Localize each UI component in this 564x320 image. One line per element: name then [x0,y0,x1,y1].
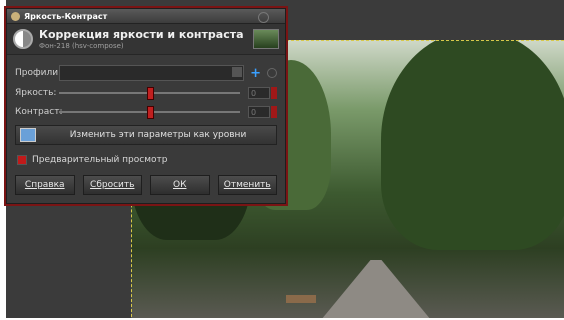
ok-button[interactable]: ОК [150,175,210,195]
cancel-button[interactable]: Отменить [217,175,277,195]
preview-checkbox[interactable] [17,155,27,165]
help-label: Справка [24,180,65,190]
brightness-input[interactable]: 0 [248,87,270,99]
cancel-label: Отменить [223,180,271,190]
brightness-slider[interactable] [59,87,240,100]
contrast-slider[interactable] [59,106,240,119]
edit-as-levels-button[interactable]: Изменить эти параметры как уровни [15,125,277,145]
preview-label: Предварительный просмотр [32,155,168,165]
brightness-row: Яркость: 0 [15,87,277,100]
app-icon [11,11,20,21]
add-icon[interactable]: + [250,66,261,81]
dialog-header: Коррекция яркости и контраста Фон-218 (h… [7,24,285,55]
ok-label: ОК [173,180,187,190]
contrast-spin-buttons[interactable] [271,106,277,118]
brightness-slider-handle[interactable] [146,87,154,100]
titlebar[interactable]: Яркость-Контраст [7,9,285,24]
preview-thumbnail [253,29,279,49]
reset-label: Сбросить [90,180,135,190]
help-button[interactable]: Справка [15,175,75,195]
brightness-label: Яркость: [15,88,57,98]
dialog-title: Коррекция яркости и контраста [39,28,244,41]
levels-icon [20,128,36,142]
edit-as-levels-label: Изменить эти параметры как уровни [69,130,247,140]
contrast-row: Контраст: 0 [15,106,277,119]
brightness-contrast-dialog: Яркость-Контраст Коррекция яркости и кон… [6,8,286,204]
presets-row: Профили: + [15,65,277,81]
remove-icon[interactable] [267,68,277,78]
presets-label: Профили: [15,68,62,78]
close-icon[interactable] [258,12,269,23]
chevron-down-icon[interactable] [232,67,243,77]
presets-combo[interactable] [59,65,245,81]
contrast-slider-handle[interactable] [146,106,154,119]
dialog-subtitle: Фон-218 (hsv-compose) [39,42,124,50]
preview-row[interactable]: Предварительный просмотр [17,155,167,165]
window-title: Яркость-Контраст [24,11,108,21]
contrast-input[interactable]: 0 [248,106,270,118]
brightness-spin-buttons[interactable] [271,87,277,99]
button-row: Справка Сбросить ОК Отменить [15,175,277,195]
reset-button[interactable]: Сбросить [82,175,142,195]
contrast-icon [13,29,33,49]
contrast-label: Контраст: [15,107,63,117]
